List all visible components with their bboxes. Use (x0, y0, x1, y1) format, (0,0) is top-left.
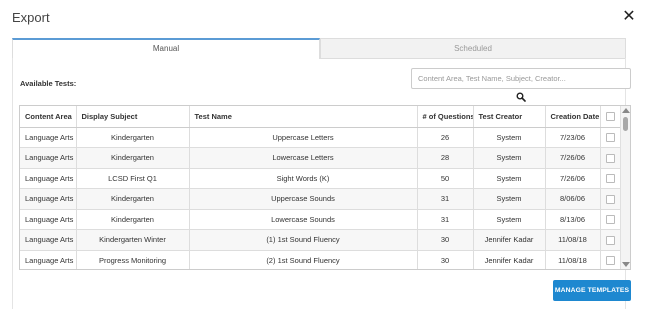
header-creation-date[interactable]: Creation Date (545, 106, 601, 128)
table-header-row: Content Area Display Subject Test Name #… (20, 106, 621, 128)
cell-content-area: Language Arts (20, 209, 77, 230)
search-input[interactable] (411, 68, 631, 89)
cell-creation-date: 11/08/18 (545, 229, 601, 251)
cell-content-area: Language Arts (20, 147, 77, 169)
close-icon[interactable]: ✕ (622, 9, 636, 25)
cell-creation-date: 11/08/18 (545, 250, 601, 269)
cell-display-subject: Progress Monitoring (76, 250, 190, 269)
cell-creation-date: 7/26/06 (545, 147, 601, 169)
table-row[interactable]: Language Arts Kindergarten Uppercase Let… (20, 127, 621, 148)
cell-creation-date: 7/26/06 (545, 168, 601, 189)
cell-creation-date: 8/13/06 (545, 209, 601, 230)
cell-test-name: Lowercase Sounds (189, 209, 418, 230)
table-row[interactable]: Language Arts Progress Monitoring (2) 1s… (20, 250, 621, 269)
header-content-area[interactable]: Content Area (20, 106, 77, 128)
table-scrollbar[interactable] (620, 106, 630, 269)
cell-num-questions: 28 (417, 147, 474, 169)
header-display-subject[interactable]: Display Subject (76, 106, 190, 128)
tests-table: Content Area Display Subject Test Name #… (19, 105, 631, 270)
cell-test-creator: System (473, 188, 546, 210)
cell-num-questions: 31 (417, 209, 474, 230)
cell-display-subject: Kindergarten Winter (76, 229, 190, 251)
cell-test-name: (2) 1st Sound Fluency (189, 250, 418, 269)
cell-test-creator: System (473, 209, 546, 230)
cell-display-subject: Kindergarten (76, 147, 190, 169)
row-checkbox[interactable] (600, 250, 621, 269)
table-row[interactable]: Language Arts Kindergarten Lowercase Let… (20, 147, 621, 169)
cell-creation-date: 7/23/06 (545, 127, 601, 148)
manage-templates-button[interactable]: MANAGE TEMPLATES (553, 280, 631, 301)
cell-test-name: Sight Words (K) (189, 168, 418, 189)
row-checkbox[interactable] (600, 147, 621, 169)
cell-test-creator: System (473, 147, 546, 169)
cell-test-name: (1) 1st Sound Fluency (189, 229, 418, 251)
cell-test-name: Uppercase Sounds (189, 188, 418, 210)
cell-num-questions: 30 (417, 229, 474, 251)
cell-test-name: Lowercase Letters (189, 147, 418, 169)
table-row[interactable]: Language Arts Kindergarten Winter (1) 1s… (20, 229, 621, 251)
search-icon[interactable] (516, 89, 526, 102)
header-test-name[interactable]: Test Name (189, 106, 418, 128)
dialog-title: Export (12, 10, 50, 25)
cell-display-subject: LCSD First Q1 (76, 168, 190, 189)
tab-bar: Manual Scheduled (12, 38, 626, 59)
header-num-questions[interactable]: # of Questions (417, 106, 474, 128)
row-checkbox[interactable] (600, 127, 621, 148)
tab-manual[interactable]: Manual (12, 38, 320, 59)
available-tests-label: Available Tests: (20, 79, 77, 88)
cell-num-questions: 30 (417, 250, 474, 269)
cell-test-creator: Jennifer Kadar (473, 250, 546, 269)
cell-num-questions: 50 (417, 168, 474, 189)
cell-test-name: Uppercase Letters (189, 127, 418, 148)
row-checkbox[interactable] (600, 168, 621, 189)
cell-display-subject: Kindergarten (76, 209, 190, 230)
row-checkbox[interactable] (600, 229, 621, 251)
scroll-thumb[interactable] (623, 117, 628, 131)
header-test-creator[interactable]: Test Creator (473, 106, 546, 128)
cell-creation-date: 8/06/06 (545, 188, 601, 210)
row-checkbox[interactable] (600, 188, 621, 210)
cell-num-questions: 26 (417, 127, 474, 148)
cell-test-creator: System (473, 127, 546, 148)
table-row[interactable]: Language Arts Kindergarten Uppercase Sou… (20, 188, 621, 210)
tab-scheduled[interactable]: Scheduled (320, 38, 626, 59)
cell-content-area: Language Arts (20, 168, 77, 189)
scroll-up-arrow-icon[interactable] (622, 108, 630, 113)
row-checkbox[interactable] (600, 209, 621, 230)
cell-content-area: Language Arts (20, 250, 77, 269)
table-row[interactable]: Language Arts LCSD First Q1 Sight Words … (20, 168, 621, 189)
cell-content-area: Language Arts (20, 229, 77, 251)
cell-content-area: Language Arts (20, 127, 77, 148)
cell-content-area: Language Arts (20, 188, 77, 210)
cell-display-subject: Kindergarten (76, 188, 190, 210)
cell-display-subject: Kindergarten (76, 127, 190, 148)
scroll-down-arrow-icon[interactable] (622, 262, 630, 267)
table-row[interactable]: Language Arts Kindergarten Lowercase Sou… (20, 209, 621, 230)
cell-test-creator: System (473, 168, 546, 189)
select-all-checkbox[interactable] (600, 106, 621, 128)
cell-test-creator: Jennifer Kadar (473, 229, 546, 251)
cell-num-questions: 31 (417, 188, 474, 210)
